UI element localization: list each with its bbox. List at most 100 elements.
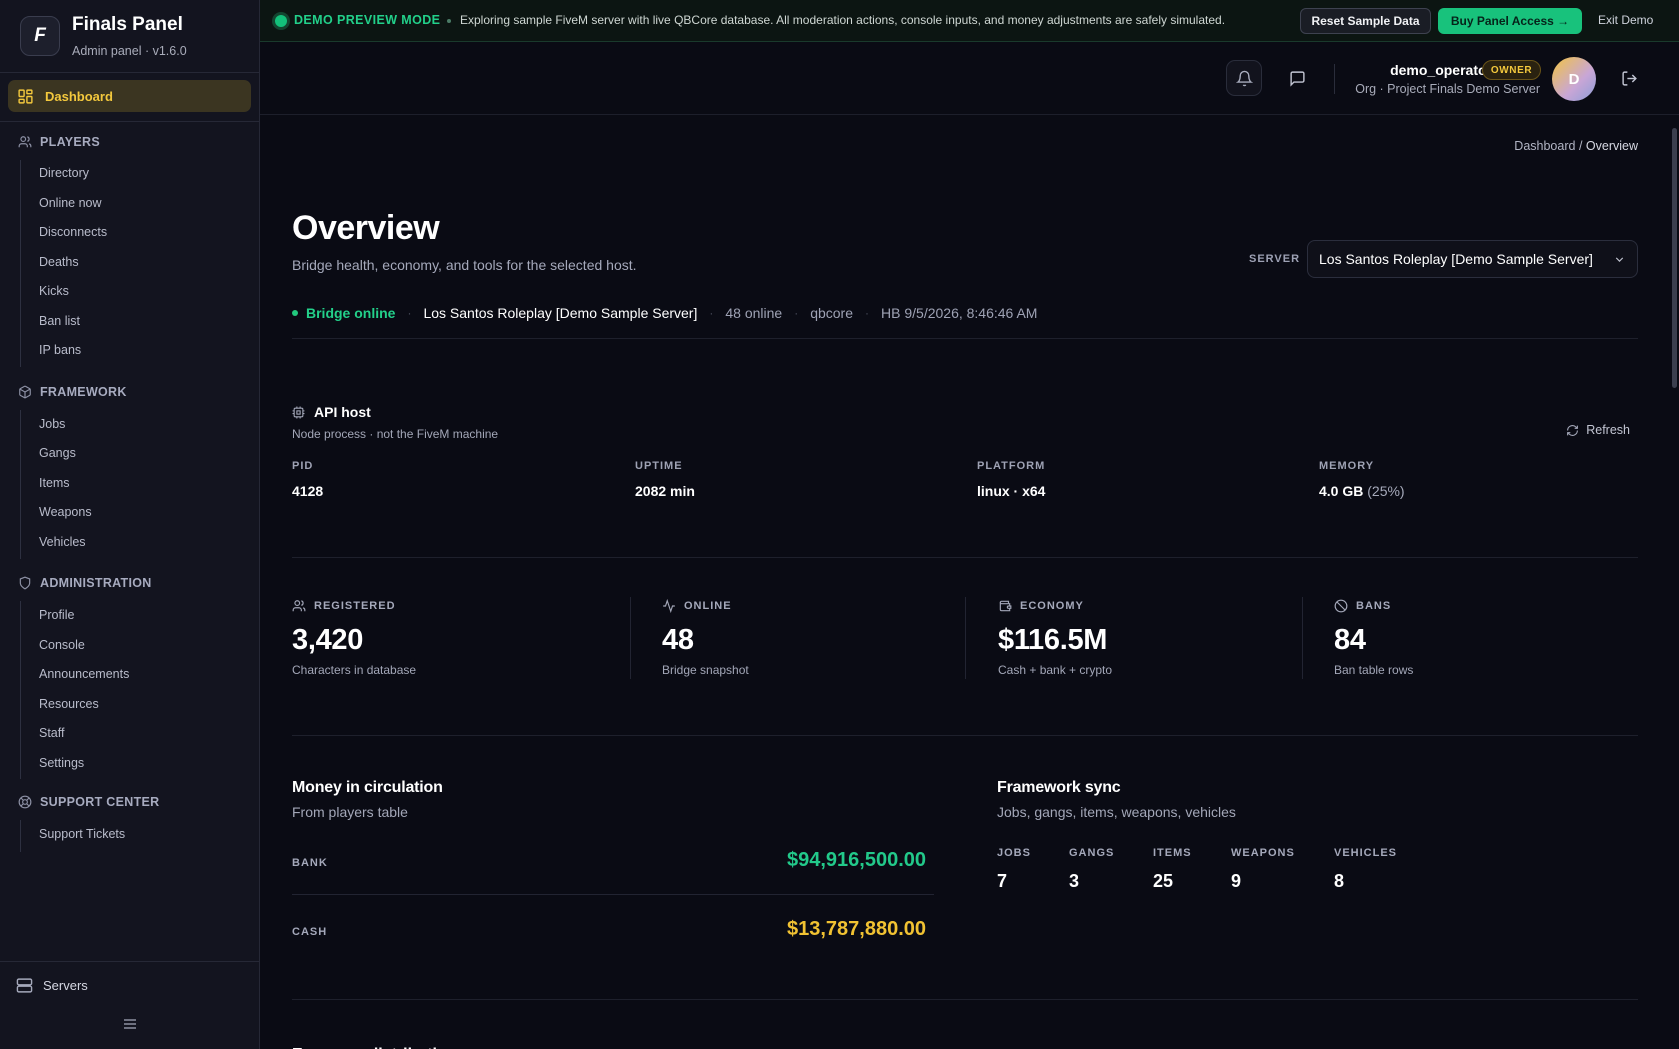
- section-divider: [292, 557, 1638, 558]
- stat-label-bans: BANS: [1334, 599, 1391, 613]
- sidebar: F Finals Panel Admin panel · v1.6.0 Dash…: [0, 0, 260, 1049]
- api-field-label-uptime: UPTIME: [635, 460, 683, 472]
- api-field-value-platform: linux · x64: [977, 483, 1046, 499]
- stat-label-text: REGISTERED: [314, 600, 396, 612]
- api-host-subtitle: Node process · not the FiveM machine: [292, 427, 499, 441]
- messages-button[interactable]: [1279, 60, 1315, 96]
- buy-panel-access-button[interactable]: Buy Panel Access →: [1438, 8, 1582, 34]
- stat-label-online: ONLINE: [662, 599, 732, 613]
- sidebar-item-dashboard[interactable]: Dashboard: [8, 80, 251, 112]
- bell-icon: [1235, 70, 1253, 86]
- stat-label-text: ONLINE: [684, 600, 732, 612]
- user-org: Org · Project Finals Demo Server: [1355, 82, 1540, 96]
- demo-banner: DEMO PREVIEW MODE Exploring sample FiveM…: [260, 0, 1679, 42]
- scrollbar-thumb[interactable]: [1672, 128, 1677, 388]
- stat-label-registered: REGISTERED: [292, 599, 396, 613]
- sidebar-item-console[interactable]: Console: [39, 638, 85, 652]
- sidebar-section-line: [20, 820, 21, 852]
- brand[interactable]: F Finals Panel Admin panel · v1.6.0: [20, 14, 250, 58]
- sidebar-item-kicks[interactable]: Kicks: [39, 284, 69, 298]
- role-badge: OWNER: [1482, 60, 1541, 80]
- sidebar-section-administration[interactable]: ADMINISTRATION: [18, 574, 152, 592]
- exit-demo-button[interactable]: Exit Demo: [1598, 13, 1653, 27]
- wallet-icon: [999, 600, 1012, 612]
- sidebar-section-label: PLAYERS: [40, 135, 100, 149]
- sidebar-item-label: Servers: [43, 978, 88, 993]
- page-title: Overview: [292, 209, 440, 247]
- bridge-status-row: Bridge online · Los Santos Roleplay [Dem…: [292, 303, 1292, 323]
- framework-label-gangs: GANGS: [1069, 847, 1115, 859]
- money-title: Money in circulation: [292, 779, 443, 796]
- bridge-status: Bridge online: [306, 305, 396, 321]
- logout-button[interactable]: [1611, 60, 1647, 96]
- sidebar-item-profile[interactable]: Profile: [39, 608, 74, 622]
- sidebar-item-settings[interactable]: Settings: [39, 756, 84, 770]
- sidebar-item-support-tickets[interactable]: Support Tickets: [39, 827, 125, 841]
- demo-mode-label: DEMO PREVIEW MODE: [294, 13, 441, 27]
- status-framework: qbcore: [810, 305, 854, 321]
- separator: ·: [865, 306, 870, 320]
- sidebar-item-weapons[interactable]: Weapons: [39, 505, 92, 519]
- menu-icon[interactable]: [122, 1016, 138, 1032]
- sidebar-item-disconnects[interactable]: Disconnects: [39, 225, 107, 239]
- framework-value-items: 25: [1153, 871, 1174, 891]
- sidebar-section-framework[interactable]: FRAMEWORK: [18, 383, 127, 401]
- notifications-button[interactable]: [1226, 60, 1262, 96]
- refresh-button[interactable]: Refresh: [1566, 423, 1630, 437]
- sidebar-item-resources[interactable]: Resources: [39, 697, 99, 711]
- sidebar-item-jobs[interactable]: Jobs: [39, 417, 65, 431]
- users-icon: [292, 600, 306, 612]
- server-select-value: Los Santos Roleplay [Demo Sample Server]: [1319, 251, 1593, 267]
- top-header: demo_operator OWNER Org · Project Finals…: [260, 42, 1679, 115]
- api-host-title: API host: [292, 404, 371, 420]
- status-server-name: Los Santos Roleplay [Demo Sample Server]: [423, 305, 698, 321]
- separator: ·: [407, 306, 412, 320]
- sidebar-item-gangs[interactable]: Gangs: [39, 446, 76, 460]
- sidebar-item-deaths[interactable]: Deaths: [39, 255, 79, 269]
- refresh-icon: [1567, 424, 1579, 436]
- sidebar-item-announcements[interactable]: Announcements: [39, 667, 129, 681]
- sidebar-item-staff[interactable]: Staff: [39, 726, 64, 740]
- server-label: SERVER: [1249, 253, 1301, 265]
- stat-sub-economy: Cash + bank + crypto: [998, 663, 1113, 677]
- users-icon: [18, 136, 32, 148]
- brand-subtitle: Admin panel · v1.6.0: [72, 44, 187, 58]
- stat-divider: [630, 597, 631, 679]
- sidebar-divider: [0, 961, 259, 962]
- breadcrumb-root[interactable]: Dashboard: [1514, 139, 1575, 153]
- sidebar-item-directory[interactable]: Directory: [39, 166, 89, 180]
- framework-label-items: ITEMS: [1153, 847, 1192, 859]
- framework-value-jobs: 7: [997, 871, 1008, 891]
- api-field-value-uptime: 2082 min: [635, 483, 695, 499]
- avatar[interactable]: D: [1552, 57, 1596, 101]
- server-select[interactable]: Los Santos Roleplay [Demo Sample Server]: [1307, 240, 1638, 278]
- sidebar-section-label: SUPPORT CENTER: [40, 795, 160, 809]
- section-divider: [292, 999, 1638, 1000]
- sidebar-item-ban-list[interactable]: Ban list: [39, 314, 80, 328]
- separator: ·: [709, 306, 714, 320]
- message-square-icon: [1289, 70, 1305, 87]
- sidebar-item-items[interactable]: Items: [39, 476, 70, 490]
- sidebar-item-label: Dashboard: [45, 88, 113, 104]
- status-dot: [275, 15, 287, 27]
- stat-label-economy: ECONOMY: [998, 599, 1084, 613]
- money-subtitle: From players table: [292, 804, 408, 820]
- main-content: Dashboard / Overview Overview Bridge hea…: [292, 115, 1638, 1049]
- user-name: demo_operator: [1390, 62, 1492, 78]
- sidebar-item-servers[interactable]: Servers: [16, 977, 88, 994]
- sidebar-item-ip-bans[interactable]: IP bans: [39, 343, 81, 357]
- shield-icon: [19, 576, 31, 590]
- money-value-bank: $94,916,500.00: [786, 849, 926, 871]
- framework-sync-title: Framework sync: [997, 779, 1121, 796]
- framework-value-weapons: 9: [1231, 871, 1242, 891]
- reset-sample-data-button[interactable]: Reset Sample Data: [1300, 8, 1431, 34]
- separator: ·: [794, 306, 799, 320]
- sidebar-section-support-center[interactable]: SUPPORT CENTER: [18, 793, 160, 811]
- stat-value-bans: 84: [1334, 624, 1366, 656]
- sidebar-item-vehicles[interactable]: Vehicles: [39, 535, 86, 549]
- sidebar-item-online-now[interactable]: Online now: [39, 196, 102, 210]
- sidebar-section-players[interactable]: PLAYERS: [18, 133, 100, 151]
- brand-logo: F: [20, 16, 60, 56]
- activity-icon: [663, 599, 675, 613]
- framework-label-vehicles: VEHICLES: [1334, 847, 1398, 859]
